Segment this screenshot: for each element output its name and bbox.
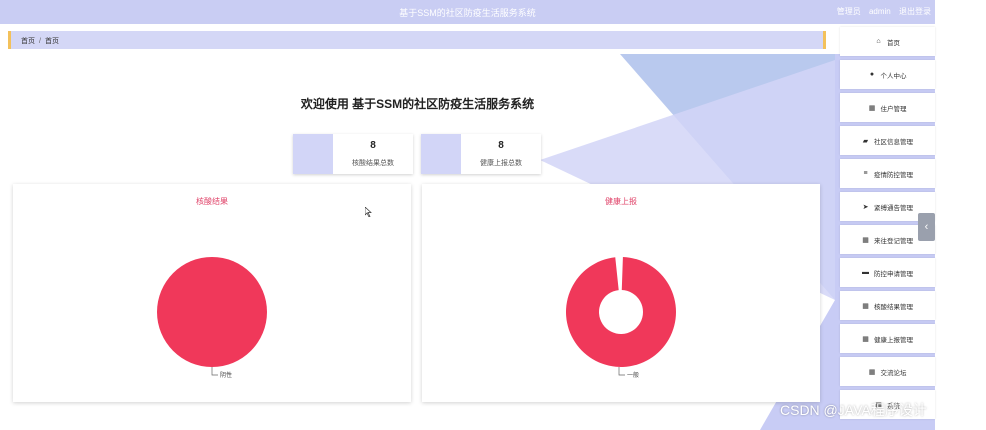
user-info: 管理员 admin 退出登录 xyxy=(831,6,931,17)
sidebar-item[interactable]: ⌂ 首页 xyxy=(840,27,935,56)
sidebar-item-label: 交流论坛 xyxy=(880,369,907,377)
chat-icon: ▬ xyxy=(862,269,869,276)
sidebar-item-label: 首页 xyxy=(887,39,900,47)
grid-icon: ▦ xyxy=(862,335,869,343)
breadcrumb: 首页 / 首页 xyxy=(8,31,826,49)
list-icon: ≡ xyxy=(863,170,868,177)
sidebar-item[interactable]: ▦ 健康上报管理 xyxy=(840,324,935,353)
sidebar-item-label: 个人中心 xyxy=(880,72,907,80)
slice-label: 阴性 xyxy=(220,371,232,379)
health-donut-chart: 一般 xyxy=(565,257,676,379)
sidebar-item-label: 社区信息管理 xyxy=(874,138,913,146)
breadcrumb-home[interactable]: 首页 xyxy=(21,38,35,45)
collapse-sidebar-button[interactable]: ‹ xyxy=(918,213,935,241)
sidebar-item[interactable]: ▦ 交流论坛 xyxy=(840,357,935,386)
grid-icon: ▦ xyxy=(868,368,876,376)
top-bar: 基于SSM的社区防疫生活服务系统 管理员 admin 退出登录 xyxy=(0,0,935,24)
home-icon: ⌂ xyxy=(876,38,881,45)
user-role: 管理员 xyxy=(836,7,861,16)
app-title: 基于SSM的社区防疫生活服务系统 xyxy=(399,8,536,18)
stat-value: 8 xyxy=(370,140,376,151)
stat-card-health: 8 健康上报总数 xyxy=(421,134,541,174)
sidebar-item[interactable]: ▦ 住户管理 xyxy=(840,93,935,122)
stat-value: 8 xyxy=(498,140,504,151)
sidebar-item-label: 住户管理 xyxy=(880,105,907,113)
sidebar-item-label: 疫情防控管理 xyxy=(874,171,913,179)
stat-label: 健康上报总数 xyxy=(480,160,522,167)
logout-link[interactable]: 退出登录 xyxy=(899,7,931,16)
sidebar-item[interactable]: ▦ 核酸结果管理 xyxy=(840,291,935,320)
sidebar-item-label: 来往登记管理 xyxy=(874,237,913,245)
sidebar-item-label: 健康上报管理 xyxy=(874,336,913,344)
breadcrumb-separator: / xyxy=(39,38,41,45)
nucleic-pie-chart: 阴性 xyxy=(157,257,267,379)
slice-label: 一般 xyxy=(627,371,639,379)
grid-icon: ▦ xyxy=(862,236,869,244)
wallet-icon: ▰ xyxy=(862,137,869,145)
sidebar-item[interactable]: ● 个人中心 xyxy=(840,60,935,89)
stat-label: 核酸结果总数 xyxy=(352,160,394,167)
sidebar-item[interactable]: ≡ 疫情防控管理 xyxy=(840,159,935,188)
sidebar-item[interactable]: ▰ 社区信息管理 xyxy=(840,126,935,155)
slice-label-line xyxy=(618,367,625,376)
grid-icon: ▦ xyxy=(862,302,869,310)
pie-slice[interactable] xyxy=(157,257,267,367)
username: admin xyxy=(868,7,891,16)
welcome-heading: 欢迎使用 基于SSM的社区防疫生活服务系统 xyxy=(300,97,535,111)
chart-card-nucleic: 核酸结果 阴性 xyxy=(13,184,411,402)
breadcrumb-current: 首页 xyxy=(44,38,59,45)
stat-color-block xyxy=(421,134,461,174)
sidebar-item-label: 核酸结果管理 xyxy=(874,303,913,311)
sidebar-item-label: 防控申请管理 xyxy=(874,270,913,278)
stat-color-block xyxy=(293,134,333,174)
sidebar-item[interactable]: ▬ 防控申请管理 xyxy=(840,258,935,287)
user-icon: ● xyxy=(869,71,875,78)
donut-slice[interactable] xyxy=(565,257,676,367)
grid-icon: ▦ xyxy=(868,104,876,112)
slice-label-line xyxy=(211,367,218,376)
stat-card-nucleic: 8 核酸结果总数 xyxy=(293,134,413,174)
mouse-cursor-icon xyxy=(365,207,372,217)
sidebar-item-label: 紧缚通告管理 xyxy=(874,204,913,212)
send-icon: ➤ xyxy=(862,203,869,211)
watermark-text: CSDN @JAVA程序设计 xyxy=(780,402,927,418)
chart-card-health: 健康上报 一般 xyxy=(422,184,820,402)
